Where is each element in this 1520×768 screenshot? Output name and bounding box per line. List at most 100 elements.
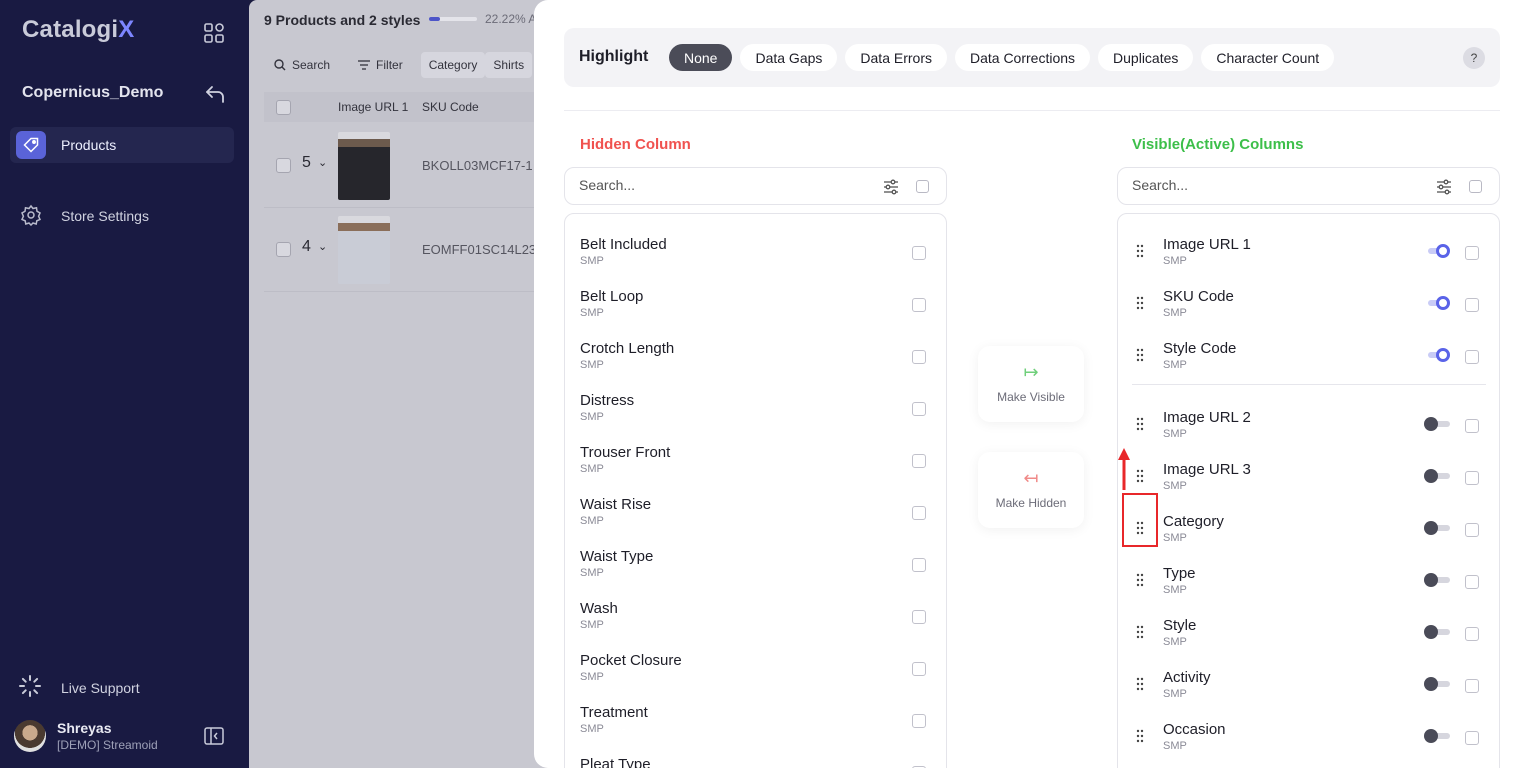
column-visibility-toggle[interactable] [1424,296,1450,310]
column-name: Category [1163,513,1224,530]
shirts-filter-chip[interactable]: Shirts [485,52,533,78]
hidden-column-item[interactable]: Waist Rise SMP [565,482,946,534]
hidden-column-item[interactable]: Distress SMP [565,378,946,430]
highlight-option-pill[interactable]: Duplicates [1098,44,1194,71]
user-profile[interactable]: Shreyas [DEMO] Streamoid [14,718,244,754]
apps-grid-icon[interactable] [203,22,225,44]
column-name: Pocket Closure [580,652,682,669]
hidden-column-item[interactable]: Pleat Type [565,742,946,768]
chevron-down-icon[interactable]: ⌄ [318,156,327,169]
drag-handle-icon[interactable] [1135,729,1145,743]
chevron-down-icon[interactable]: ⌄ [318,240,327,253]
highlight-option-pill[interactable]: Data Errors [845,44,947,71]
drag-handle-icon[interactable] [1135,348,1145,362]
column-visibility-toggle[interactable] [1424,244,1450,258]
column-header-image-url[interactable]: Image URL 1 [338,100,408,114]
column-checkbox[interactable] [912,662,926,676]
column-checkbox[interactable] [1465,298,1479,312]
product-image[interactable] [338,132,390,200]
product-image[interactable] [338,216,390,284]
hidden-column-item[interactable]: Waist Type SMP [565,534,946,586]
column-visibility-toggle[interactable] [1424,677,1450,691]
column-checkbox[interactable] [1465,471,1479,485]
drag-handle-icon[interactable] [1135,625,1145,639]
visible-column-item[interactable]: Category SMP [1118,499,1499,551]
visible-column-item[interactable]: Image URL 1 SMP [1118,222,1499,274]
visible-search-input[interactable] [1132,177,1382,193]
column-visibility-toggle[interactable] [1424,625,1450,639]
sliders-icon[interactable] [1436,179,1452,195]
row-checkbox[interactable] [276,242,291,257]
hidden-column-item[interactable]: Belt Loop SMP [565,274,946,326]
drag-handle-icon[interactable] [1135,244,1145,258]
column-checkbox[interactable] [912,558,926,572]
visible-column-item[interactable]: Style Code SMP [1118,326,1499,378]
column-visibility-toggle[interactable] [1424,348,1450,362]
highlight-option-pill[interactable]: Character Count [1201,44,1335,71]
collapse-sidebar-icon[interactable] [204,727,224,745]
column-checkbox[interactable] [1465,575,1479,589]
drag-handle-icon[interactable] [1135,677,1145,691]
column-checkbox[interactable] [912,402,926,416]
highlight-option-pill[interactable]: Data Corrections [954,44,1091,71]
drag-handle-icon[interactable] [1135,573,1145,587]
sliders-icon[interactable] [883,179,899,195]
hidden-column-item[interactable]: Pocket Closure SMP [565,638,946,690]
back-arrow-icon[interactable] [204,84,226,104]
filter-button[interactable]: Filter [348,52,413,78]
user-org: [DEMO] Streamoid [57,738,158,752]
select-all-visible-checkbox[interactable] [1469,180,1482,193]
help-button[interactable]: ? [1463,47,1485,69]
visible-column-item[interactable]: SKU Code SMP [1118,274,1499,326]
column-visibility-toggle[interactable] [1424,417,1450,431]
hidden-column-item[interactable]: Wash SMP [565,586,946,638]
visible-column-item[interactable]: Activity SMP [1118,655,1499,707]
highlight-option-pill[interactable]: Data Gaps [740,44,838,71]
hidden-column-item[interactable]: Crotch Length SMP [565,326,946,378]
table-row[interactable]: 5 ⌄ BKOLL03MCF17-1 [264,124,544,208]
drag-handle-icon[interactable] [1135,417,1145,431]
column-checkbox[interactable] [1465,627,1479,641]
hidden-column-item[interactable]: Treatment SMP [565,690,946,742]
category-filter-chip[interactable]: Category [420,52,486,78]
column-checkbox[interactable] [912,714,926,728]
highlight-option-pill[interactable]: None [669,44,733,71]
column-checkbox[interactable] [912,454,926,468]
row-checkbox[interactable] [276,158,291,173]
column-checkbox[interactable] [912,610,926,624]
column-checkbox[interactable] [1465,523,1479,537]
column-checkbox[interactable] [1465,419,1479,433]
sidebar-item-products[interactable]: Products [10,127,234,163]
hidden-column-item[interactable]: Trouser Front SMP [565,430,946,482]
make-visible-button[interactable]: ↦ Make Visible [978,346,1084,422]
sidebar-item-store-settings[interactable]: Store Settings [10,198,234,232]
column-visibility-toggle[interactable] [1424,729,1450,743]
app-logo[interactable]: CatalogiX [22,16,135,44]
column-checkbox[interactable] [912,350,926,364]
visible-column-item[interactable]: Style SMP [1118,603,1499,655]
visible-column-item[interactable]: Type SMP [1118,551,1499,603]
drag-handle-icon[interactable] [1135,469,1145,483]
column-header-sku-code[interactable]: SKU Code [422,100,479,114]
column-checkbox[interactable] [1465,679,1479,693]
drag-handle-icon[interactable] [1135,296,1145,310]
column-checkbox[interactable] [912,298,926,312]
visible-column-item[interactable]: Image URL 2 SMP [1118,395,1499,447]
hidden-search-input[interactable] [579,177,829,193]
column-checkbox[interactable] [1465,350,1479,364]
select-all-hidden-checkbox[interactable] [916,180,929,193]
column-checkbox[interactable] [1465,246,1479,260]
column-checkbox[interactable] [912,246,926,260]
column-checkbox[interactable] [912,506,926,520]
make-hidden-button[interactable]: ↤ Make Hidden [978,452,1084,528]
hidden-column-item[interactable]: Belt Included SMP [565,222,946,274]
visible-column-item[interactable]: Image URL 3 SMP [1118,447,1499,499]
select-all-checkbox[interactable] [276,100,291,115]
table-row[interactable]: 4 ⌄ EOMFF01SC14L23 [264,208,544,292]
column-visibility-toggle[interactable] [1424,573,1450,587]
column-visibility-toggle[interactable] [1424,521,1450,535]
search-button[interactable]: Search [264,52,340,78]
visible-column-item[interactable]: Occasion SMP [1118,707,1499,759]
column-visibility-toggle[interactable] [1424,469,1450,483]
column-checkbox[interactable] [1465,731,1479,745]
